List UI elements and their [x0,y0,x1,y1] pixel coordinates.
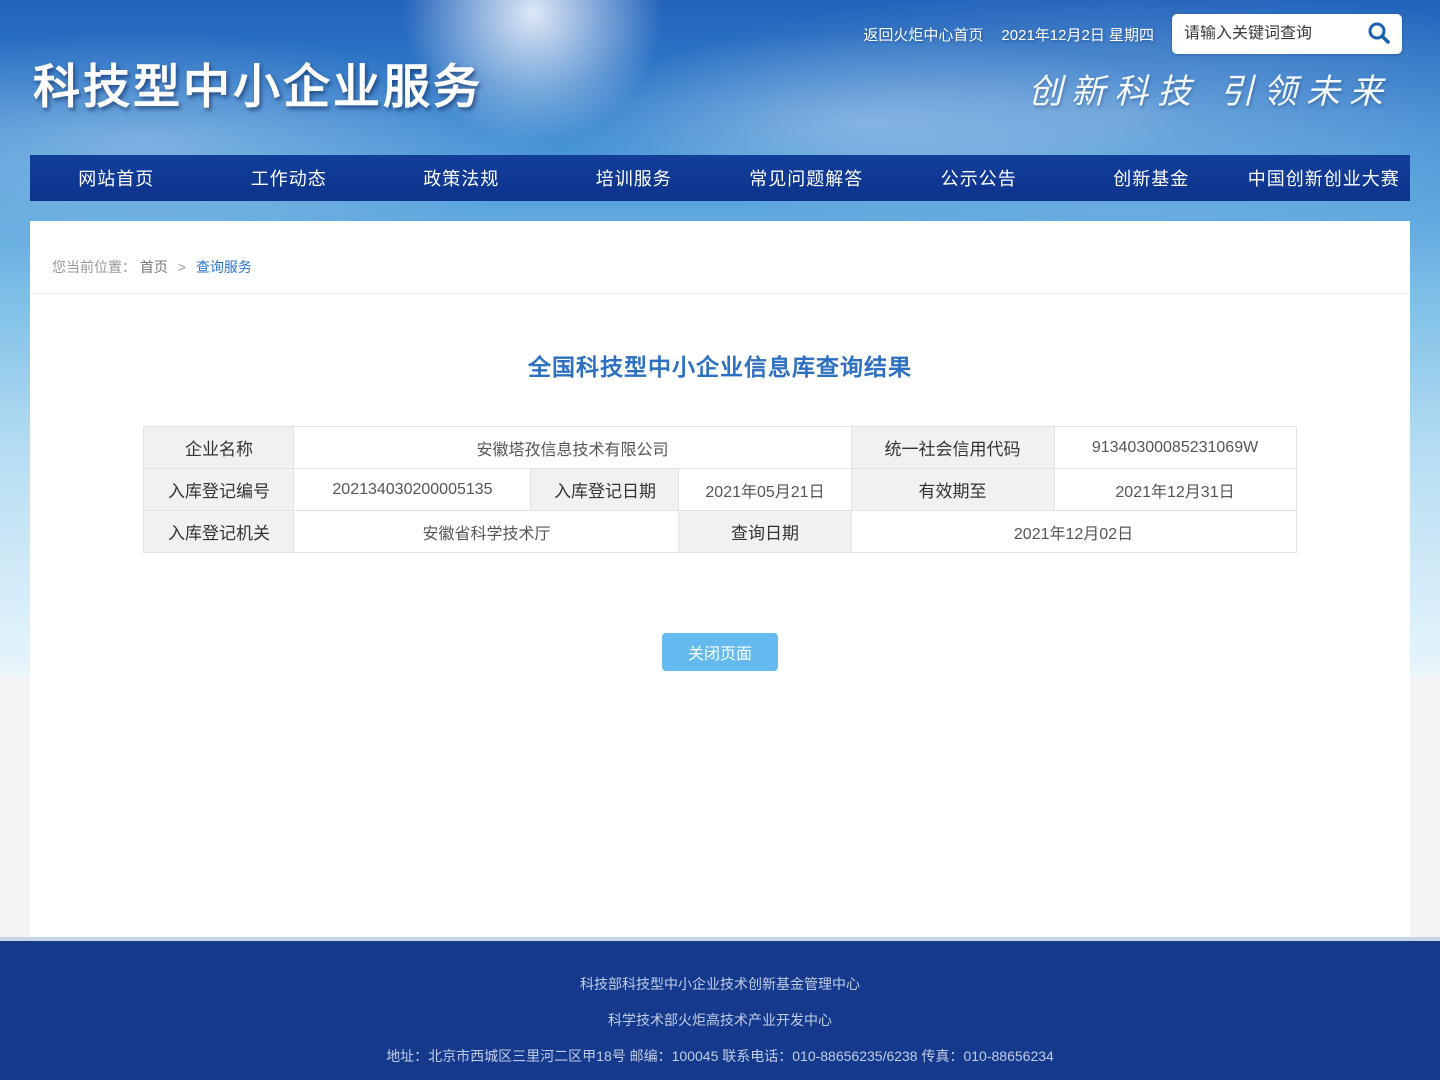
value-valid-until: 2021年12月31日 [1054,469,1296,511]
main-navigation: 网站首页 工作动态 政策法规 培训服务 常见问题解答 公示公告 创新基金 中国创… [30,155,1410,201]
label-registration-number: 入库登记编号 [144,469,294,511]
query-result-table: 企业名称 安徽塔孜信息技术有限公司 统一社会信用代码 9134030008523… [143,426,1296,553]
value-registration-date: 2021年05月21日 [679,469,851,511]
nav-item-work-trends[interactable]: 工作动态 [203,155,376,201]
nav-item-policies[interactable]: 政策法规 [375,155,548,201]
table-row: 入库登记编号 202134030200005135 入库登记日期 2021年05… [144,469,1296,511]
current-date: 2021年12月2日 星期四 [1001,24,1154,45]
label-query-date: 查询日期 [679,511,851,553]
search-icon [1366,20,1392,49]
footer-contact-line: 地址：北京市西城区三里河二区甲18号 邮编：100045 联系电话：010-88… [0,1046,1440,1066]
nav-item-faq[interactable]: 常见问题解答 [720,155,893,201]
label-credit-code: 统一社会信用代码 [851,427,1054,469]
page: 科技型中小企业服务 创新科技 引领未来 返回火炬中心首页 2021年12月2日 … [0,0,1440,1080]
breadcrumb-current-link[interactable]: 查询服务 [196,259,252,275]
nav-item-announcements[interactable]: 公示公告 [893,155,1066,201]
page-title: 全国科技型中小企业信息库查询结果 [30,348,1410,382]
search-box[interactable] [1172,14,1402,54]
value-query-date: 2021年12月02日 [851,511,1296,553]
nav-item-home[interactable]: 网站首页 [30,155,203,201]
footer-org-line-2: 科学技术部火炬高技术产业开发中心 [0,1010,1440,1030]
header-slogan: 创新科技 引领未来 [1028,64,1392,113]
table-row: 企业名称 安徽塔孜信息技术有限公司 统一社会信用代码 9134030008523… [144,427,1296,469]
footer-org-line-1: 科技部科技型中小企业技术创新基金管理中心 [0,974,1440,994]
label-registration-authority: 入库登记机关 [144,511,294,553]
close-page-button[interactable]: 关闭页面 [662,633,778,671]
value-company-name: 安徽塔孜信息技术有限公司 [294,427,851,469]
nav-item-innovation-contest[interactable]: 中国创新创业大赛 [1238,155,1411,201]
footer: 科技部科技型中小企业技术创新基金管理中心 科学技术部火炬高技术产业开发中心 地址… [0,937,1440,1080]
breadcrumb-separator: > [178,259,186,275]
search-input[interactable] [1184,25,1364,43]
table-row: 入库登记机关 安徽省科学技术厅 查询日期 2021年12月02日 [144,511,1296,553]
label-registration-date: 入库登记日期 [531,469,679,511]
top-utility-bar: 返回火炬中心首页 2021年12月2日 星期四 [863,14,1402,54]
value-credit-code: 91340300085231069W [1054,427,1296,469]
search-button[interactable] [1364,18,1394,51]
nav-item-training[interactable]: 培训服务 [548,155,721,201]
back-to-torch-center-link[interactable]: 返回火炬中心首页 [863,24,983,45]
value-registration-number: 202134030200005135 [294,469,531,511]
breadcrumb: 您当前位置： 首页 > 查询服务 [30,221,1410,294]
label-company-name: 企业名称 [144,427,294,469]
value-registration-authority: 安徽省科学技术厅 [294,511,679,553]
content-card: 您当前位置： 首页 > 查询服务 全国科技型中小企业信息库查询结果 企业名称 安… [30,221,1410,937]
label-valid-until: 有效期至 [851,469,1054,511]
breadcrumb-home-link[interactable]: 首页 [140,259,168,275]
site-title[interactable]: 科技型中小企业服务 [33,48,483,117]
breadcrumb-prefix: 您当前位置： [52,259,136,275]
nav-item-innovation-fund[interactable]: 创新基金 [1065,155,1238,201]
